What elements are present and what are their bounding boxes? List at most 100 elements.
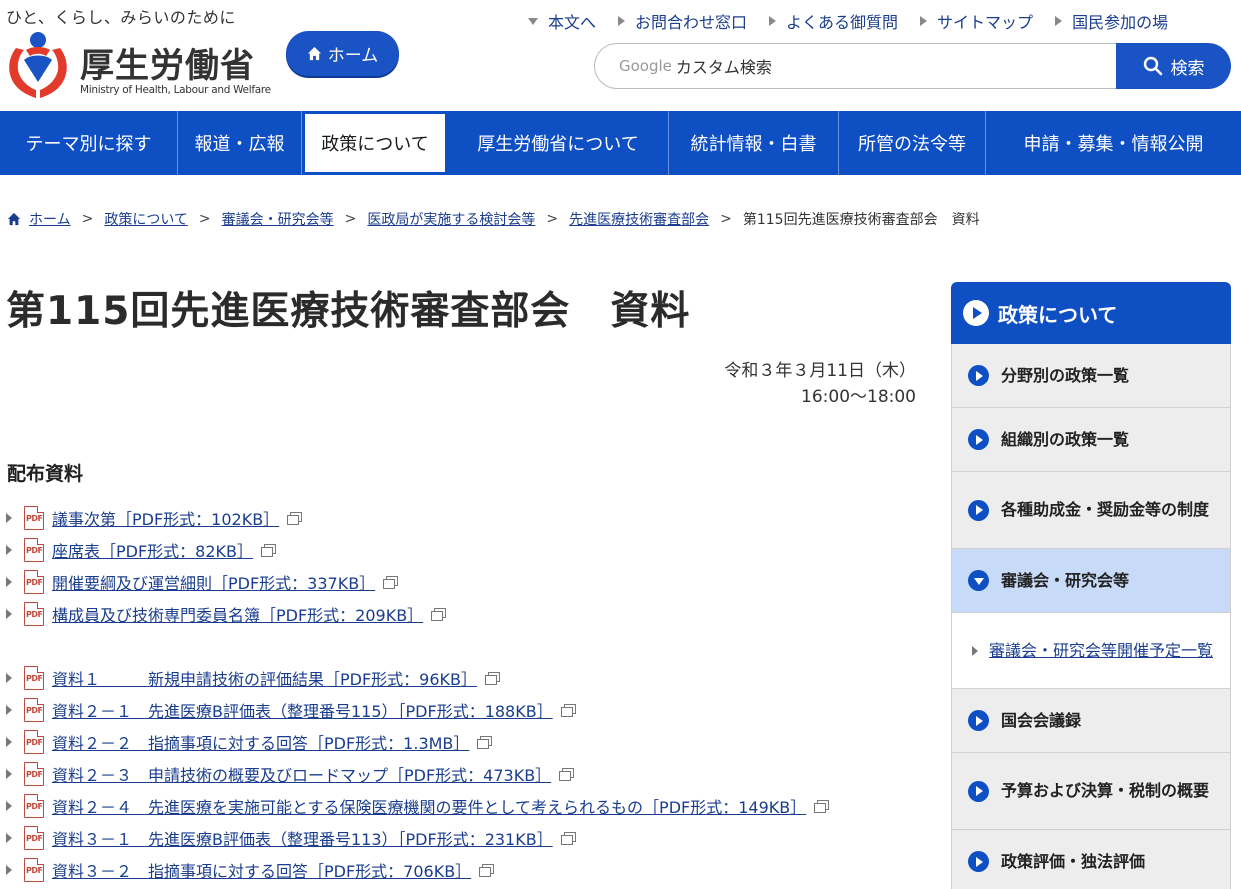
arrow-right-icon	[6, 705, 12, 715]
gnav-statistics[interactable]: 統計情報・白書	[669, 111, 839, 175]
gnav-theme[interactable]: テーマ別に探す	[0, 111, 178, 175]
sidebar-item-policy-by-field[interactable]: 分野別の政策一覧	[951, 344, 1231, 408]
list-item: PDF 資料２－３ 申請技術の概要及びロードマップ［PDF形式：473KB］	[6, 758, 828, 790]
breadcrumb-link-policy[interactable]: 政策について	[104, 209, 188, 229]
util-link-sitemap[interactable]: サイトマップ	[920, 9, 1033, 33]
circle-arrow-right-icon	[968, 499, 989, 521]
sidebar-item-policy-by-organization[interactable]: 組織別の政策一覧	[951, 408, 1231, 472]
arrow-right-icon	[6, 801, 12, 811]
breadcrumb-separator: >	[198, 211, 211, 227]
sidebar-item-label: 組織別の政策一覧	[1001, 429, 1130, 449]
triangle-right-icon	[920, 16, 928, 26]
document-list-materials: PDF 資料１ 新規申請技術の評価結果［PDF形式：96KB］ PDF 資料２－１ …	[6, 662, 830, 886]
meeting-time: 16:00～18:00	[801, 387, 916, 407]
gnav-about-ministry[interactable]: 厚生労働省について	[448, 111, 669, 175]
list-item: PDF 資料３－１ 先進医療B評価表（整理番号113）［PDF形式：231KB］	[6, 822, 828, 854]
search-icon	[1143, 56, 1162, 76]
util-link-faq[interactable]: よくある御質問	[769, 9, 898, 33]
document-list-general: PDF 議事次第［PDF形式：102KB］ PDF 座席表［PDF形式：82KB］ …	[6, 502, 447, 630]
new-window-icon	[485, 672, 501, 685]
document-link[interactable]: 資料２－１ 先進医療B評価表（整理番号115）［PDF形式：188KB］	[52, 698, 553, 722]
breadcrumb-separator: >	[720, 211, 732, 227]
sidebar-item-label: 政策評価・独法評価	[1001, 851, 1146, 871]
breadcrumb-link-home[interactable]: ホーム	[29, 209, 71, 229]
circle-arrow-right-icon	[968, 780, 989, 802]
new-window-icon	[287, 512, 303, 525]
list-item: PDF 資料２－１ 先進医療B評価表（整理番号115）［PDF形式：188KB］	[6, 694, 828, 726]
page-title: 第115回先進医療技術審査部会 資料	[6, 289, 691, 334]
breadcrumb-link-advanced-medical[interactable]: 先進医療技術審査部会	[569, 209, 709, 229]
arrow-right-icon	[6, 577, 12, 587]
circle-arrow-right-icon	[968, 710, 989, 731]
list-item: PDF 構成員及び技術専門委員名簿［PDF形式：209KB］	[6, 598, 447, 630]
list-item: PDF 資料２－４ 先進医療を実施可能とする保険医療機関の要件として考えられるもの…	[6, 790, 830, 822]
home-button-label: ホーム	[327, 46, 379, 66]
gnav-applications[interactable]: 申請・募集・情報公開	[986, 111, 1241, 175]
document-link[interactable]: 開催要綱及び運営細則［PDF形式：337KB］	[52, 570, 375, 594]
sidebar-item-label: 国会会議録	[1001, 710, 1082, 730]
breadcrumb-link-health-policy-bureau[interactable]: 医政局が実施する検討会等	[367, 209, 535, 229]
home-button[interactable]: ホーム	[286, 31, 399, 76]
sidebar-item-budget[interactable]: 予算および決算・税制の概要	[951, 753, 1231, 830]
global-nav: テーマ別に探す 報道・広報 政策について 厚生労働省について 統計情報・白書 所…	[0, 111, 1241, 175]
list-item: PDF 議事次第［PDF形式：102KB］	[6, 502, 445, 534]
pdf-icon: PDF	[24, 858, 44, 882]
util-link-contact[interactable]: お問合わせ窓口	[618, 9, 747, 33]
search-button[interactable]: 検索	[1116, 43, 1231, 89]
new-window-icon	[559, 768, 575, 781]
document-link[interactable]: 構成員及び技術専門委員名簿［PDF形式：209KB］	[52, 602, 423, 626]
document-link[interactable]: 資料２－２ 指摘事項に対する回答［PDF形式：1.3MB］	[52, 730, 469, 754]
document-link[interactable]: 議事次第［PDF形式：102KB］	[52, 506, 279, 530]
document-link[interactable]: 資料１ 新規申請技術の評価結果［PDF形式：96KB］	[52, 666, 477, 690]
google-brand-label: Google	[619, 57, 672, 75]
arrow-right-icon	[6, 545, 12, 555]
list-item: PDF 資料１ 新規申請技術の評価結果［PDF形式：96KB］	[6, 662, 828, 694]
document-link[interactable]: 資料３－２ 指摘事項に対する回答［PDF形式：706KB］	[52, 858, 471, 882]
breadcrumb-link-councils[interactable]: 審議会・研究会等	[222, 209, 334, 229]
ministry-logo[interactable]: 厚生労働省 Ministry of Health, Labour and Wel…	[6, 30, 276, 102]
util-link-skip-to-content[interactable]: 本文へ	[528, 9, 596, 33]
pdf-icon: PDF	[24, 794, 44, 818]
sidebar-heading[interactable]: 政策について	[951, 282, 1231, 344]
gnav-press[interactable]: 報道・広報	[178, 111, 302, 175]
document-link[interactable]: 資料３－１ 先進医療B評価表（整理番号113）［PDF形式：231KB］	[52, 826, 553, 850]
circle-arrow-right-icon	[968, 851, 989, 872]
list-item: PDF 資料２－２ 指摘事項に対する回答［PDF形式：1.3MB］	[6, 726, 828, 758]
sidebar-subitem-council-schedule[interactable]: 審議会・研究会等開催予定一覧	[951, 613, 1231, 689]
breadcrumb-separator: >	[546, 211, 559, 227]
triangle-right-icon	[769, 16, 777, 26]
new-window-icon	[560, 832, 576, 845]
sidebar-subitem-link[interactable]: 審議会・研究会等開催予定一覧	[989, 638, 1213, 664]
sidebar: 政策について 分野別の政策一覧 組織別の政策一覧 各種助成金・奨励金等の制度 審…	[951, 282, 1231, 889]
logo-english-name: Ministry of Health, Labour and Welfare	[80, 84, 271, 96]
pdf-icon: PDF	[24, 826, 44, 850]
utility-nav: 本文へ お問合わせ窓口 よくある御質問 サイトマップ 国民参加の場	[528, 9, 1168, 33]
pdf-icon: PDF	[24, 762, 44, 786]
pdf-icon: PDF	[24, 570, 44, 594]
arrow-right-icon	[6, 737, 12, 747]
sidebar-item-councils[interactable]: 審議会・研究会等	[951, 549, 1231, 613]
sidebar-heading-label: 政策について	[998, 302, 1118, 327]
section-title: 配布資料	[7, 463, 84, 485]
pdf-icon: PDF	[24, 698, 44, 722]
sidebar-item-subsidies[interactable]: 各種助成金・奨励金等の制度	[951, 472, 1231, 549]
meeting-date: 令和３年３月11日（木）	[724, 361, 916, 381]
util-link-public-participation[interactable]: 国民参加の場	[1055, 9, 1168, 33]
arrow-right-icon	[972, 645, 978, 656]
new-window-icon	[261, 544, 277, 557]
sidebar-item-label: 予算および決算・税制の概要	[1001, 781, 1210, 800]
document-link[interactable]: 資料２－４ 先進医療を実施可能とする保険医療機関の要件として考えられるもの［PD…	[52, 794, 806, 818]
new-window-icon	[479, 864, 495, 877]
document-link[interactable]: 資料２－３ 申請技術の概要及びロードマップ［PDF形式：473KB］	[52, 762, 551, 786]
sidebar-item-diet-records[interactable]: 国会会議録	[951, 689, 1231, 753]
util-link-label: サイトマップ	[937, 13, 1034, 32]
sidebar-item-label: 審議会・研究会等	[1001, 570, 1130, 590]
home-icon	[7, 212, 21, 226]
sidebar-item-policy-evaluation[interactable]: 政策評価・独法評価	[951, 830, 1231, 889]
gnav-laws[interactable]: 所管の法令等	[839, 111, 986, 175]
pdf-icon: PDF	[24, 506, 44, 530]
search-input[interactable]: Google カスタム検索	[594, 43, 1122, 89]
breadcrumb-current: 第115回先進医療技術審査部会 資料	[742, 212, 980, 228]
gnav-policy[interactable]: 政策について	[302, 111, 448, 175]
document-link[interactable]: 座席表［PDF形式：82KB］	[52, 538, 253, 562]
